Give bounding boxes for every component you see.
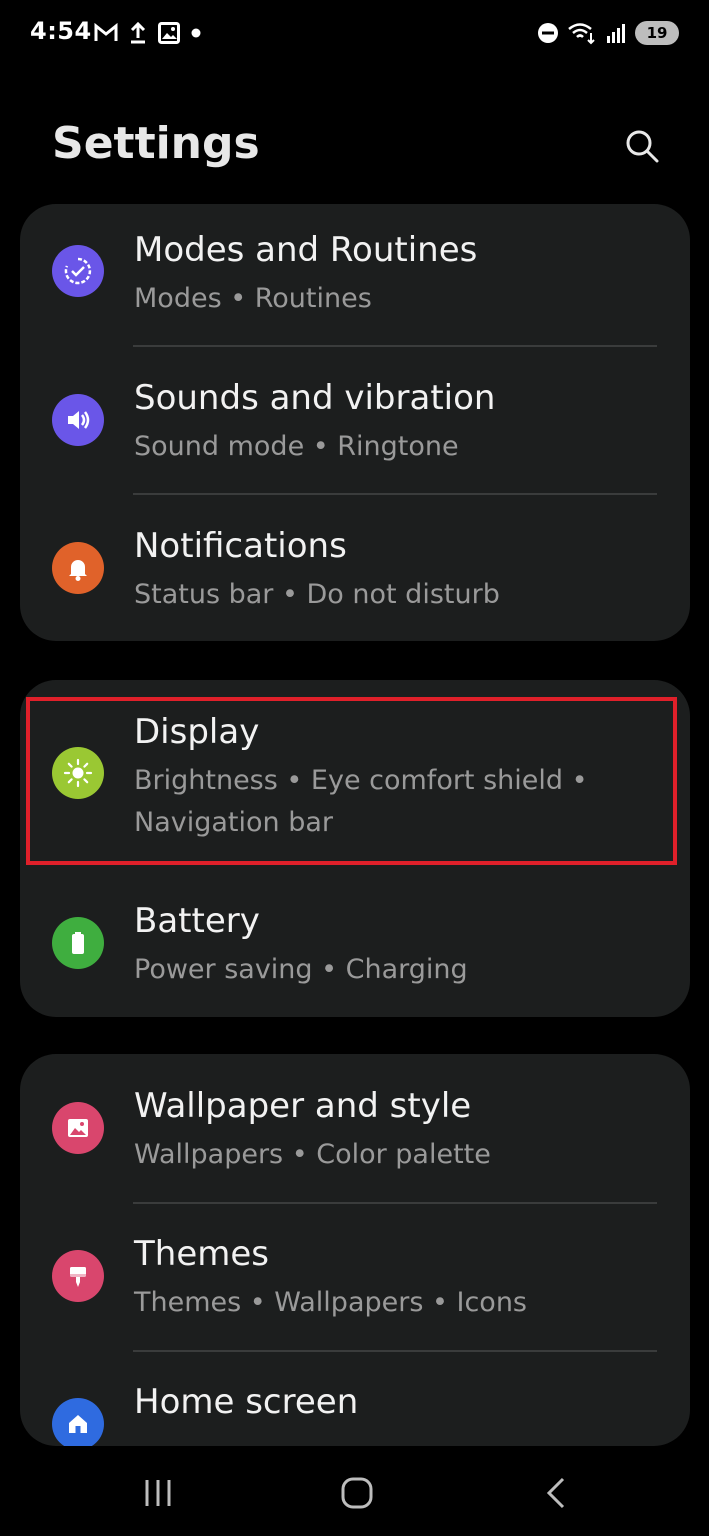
wifi-icon: [568, 23, 595, 45]
item-subtitle: Sound mode • Ringtone: [134, 431, 459, 462]
settings-item-home-screen[interactable]: Home screen: [20, 1352, 690, 1446]
settings-item-themes[interactable]: Themes Themes • Wallpapers • Icons: [20, 1204, 690, 1352]
dnd-icon: [538, 23, 558, 43]
item-title: Wallpaper and style: [134, 1086, 472, 1126]
divider: [133, 493, 657, 495]
item-subtitle: Wallpapers • Color palette: [134, 1139, 491, 1170]
brush-icon: [52, 1250, 104, 1302]
item-title: Home screen: [134, 1382, 359, 1422]
item-subtitle: Power saving • Charging: [134, 954, 468, 985]
home-button-icon: [341, 1477, 373, 1509]
settings-item-sounds-and-vibration[interactable]: Sounds and vibration Sound mode • Ringto…: [20, 348, 690, 496]
status-left-icons: [94, 20, 202, 46]
item-subtitle: Modes • Routines: [134, 283, 372, 314]
divider: [133, 345, 657, 347]
search-button[interactable]: [618, 122, 666, 170]
battery-indicator: 19: [635, 21, 679, 45]
upload-icon: [130, 21, 146, 44]
bell-icon: [52, 542, 104, 594]
speaker-icon: [52, 394, 104, 446]
home-icon: [52, 1398, 104, 1446]
search-icon: [626, 130, 659, 163]
display-highlight-box: [26, 697, 677, 865]
status-bar: 4:54 19: [0, 0, 709, 68]
battery-icon: [52, 917, 104, 969]
page-title: Settings: [52, 118, 260, 169]
settings-group-3: Wallpaper and style Wallpapers • Color p…: [20, 1054, 690, 1446]
settings-item-wallpaper-and-style[interactable]: Wallpaper and style Wallpapers • Color p…: [20, 1054, 690, 1204]
navigation-bar: [0, 1446, 709, 1536]
item-title: Modes and Routines: [134, 230, 478, 270]
item-subtitle: Status bar • Do not disturb: [134, 579, 500, 610]
status-right-icons: 19: [537, 20, 679, 46]
item-title: Notifications: [134, 526, 347, 566]
item-title: Themes: [134, 1234, 269, 1274]
dot-icon: [191, 28, 201, 38]
recents-icon: [145, 1480, 171, 1506]
settings-item-notifications[interactable]: Notifications Status bar • Do not distur…: [20, 496, 690, 641]
picture-icon: [52, 1102, 104, 1154]
settings-item-modes-and-routines[interactable]: Modes and Routines Modes • Routines: [20, 204, 690, 348]
item-title: Battery: [134, 901, 260, 941]
settings-item-battery[interactable]: Battery Power saving • Charging: [20, 868, 690, 1017]
battery-level: 19: [646, 24, 668, 42]
back-button[interactable]: [526, 1468, 586, 1518]
recents-button[interactable]: [128, 1468, 188, 1518]
item-title: Sounds and vibration: [134, 378, 496, 418]
image-icon: [158, 22, 180, 44]
signal-icon: [607, 24, 625, 43]
gmail-icon: [94, 23, 118, 41]
back-icon: [546, 1477, 565, 1509]
item-subtitle: Themes • Wallpapers • Icons: [134, 1287, 528, 1318]
modes-routines-icon: [52, 245, 104, 297]
status-time: 4:54: [30, 17, 92, 45]
settings-group-1: Modes and Routines Modes • Routines Soun…: [20, 204, 690, 641]
home-button[interactable]: [327, 1468, 387, 1518]
